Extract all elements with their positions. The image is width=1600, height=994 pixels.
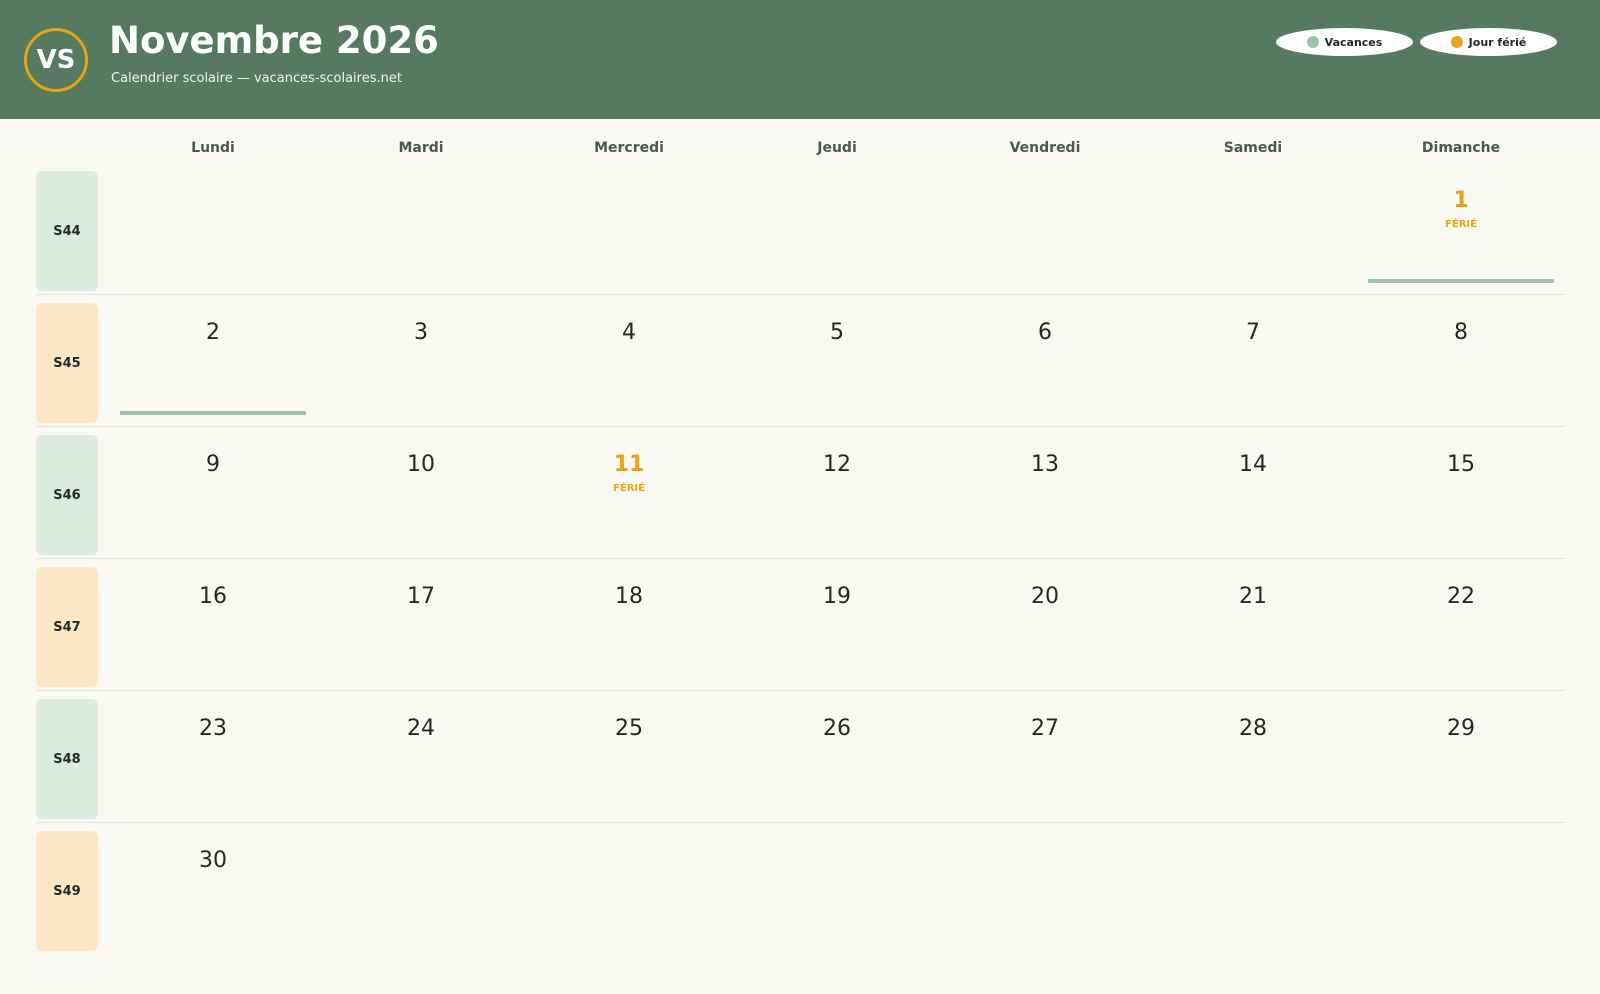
day-number: 23 (199, 716, 227, 741)
day-cell[interactable]: 12 (733, 450, 941, 480)
day-number: 9 (206, 452, 220, 477)
day-number: 10 (407, 452, 435, 477)
legend-label: Vacances (1324, 35, 1383, 49)
day-number: 22 (1447, 584, 1475, 609)
day-number: 28 (1239, 716, 1267, 741)
week-number-badge: S46 (36, 435, 98, 555)
day-number: 3 (414, 320, 428, 345)
day-number: 21 (1239, 584, 1267, 609)
holiday-tag: FÉRIÉ (1445, 219, 1477, 230)
day-number: 18 (615, 584, 643, 609)
day-cell[interactable]: 21 (1149, 582, 1357, 612)
day-cell[interactable]: 27 (941, 714, 1149, 744)
row-divider (36, 558, 1565, 559)
week-number-badge: S47 (36, 567, 98, 687)
day-cell[interactable]: 7 (1149, 318, 1357, 348)
day-cell[interactable]: 5 (733, 318, 941, 348)
day-number: 14 (1239, 452, 1267, 477)
day-number: 6 (1038, 320, 1052, 345)
row-divider (36, 822, 1565, 823)
row-divider (36, 426, 1565, 427)
day-number: 17 (407, 584, 435, 609)
vacation-dot-icon (1306, 36, 1319, 48)
weekday-label: Mardi (398, 140, 444, 156)
weekday-label: Samedi (1223, 140, 1283, 156)
day-cell[interactable]: 19 (733, 582, 941, 612)
day-cell[interactable]: 30 (109, 846, 317, 876)
day-number: 1 (1453, 188, 1469, 213)
day-number: 15 (1447, 452, 1475, 477)
day-cell[interactable]: 29 (1357, 714, 1565, 744)
holiday-tag: FÉRIÉ (613, 483, 645, 494)
day-cell[interactable]: 24 (317, 714, 525, 744)
page-subtitle: Calendrier scolaire — vacances-scolaires… (111, 71, 402, 86)
holiday-dot-icon (1450, 36, 1463, 48)
legend-jour-ferie: Jour férié (1420, 28, 1557, 56)
day-number: 30 (199, 848, 227, 873)
day-cell[interactable]: 3 (317, 318, 525, 348)
day-number: 24 (407, 716, 435, 741)
legend-label: Jour férié (1468, 35, 1527, 49)
day-number: 11 (613, 452, 645, 477)
day-number: 4 (622, 320, 636, 345)
day-cell[interactable]: 15 (1357, 450, 1565, 480)
day-number: 20 (1031, 584, 1059, 609)
vacation-bar (120, 411, 306, 415)
day-cell[interactable]: 8 (1357, 318, 1565, 348)
day-cell[interactable]: 22 (1357, 582, 1565, 612)
day-cell[interactable]: 1 FÉRIÉ (1357, 186, 1565, 232)
page-title: Novembre 2026 (109, 19, 439, 62)
day-cell[interactable]: 11 FÉRIÉ (525, 450, 733, 496)
weekday-label: Dimanche (1421, 140, 1501, 156)
day-number: 2 (206, 320, 220, 345)
day-cell[interactable]: 18 (525, 582, 733, 612)
day-number: 12 (823, 452, 851, 477)
row-divider (36, 294, 1565, 295)
day-cell[interactable]: 25 (525, 714, 733, 744)
day-number: 13 (1031, 452, 1059, 477)
day-number: 8 (1454, 320, 1468, 345)
day-cell[interactable]: 10 (317, 450, 525, 480)
weekday-label: Mercredi (594, 140, 664, 156)
day-cell[interactable]: 20 (941, 582, 1149, 612)
day-cell[interactable]: 14 (1149, 450, 1357, 480)
legend-vacances: Vacances (1276, 28, 1413, 56)
day-cell[interactable]: 2 (109, 318, 317, 348)
weekday-label: Vendredi (1009, 140, 1081, 156)
week-number-badge: S44 (36, 171, 98, 291)
day-number: 19 (823, 584, 851, 609)
day-number: 25 (615, 716, 643, 741)
day-cell[interactable]: 17 (317, 582, 525, 612)
weekday-label: Jeudi (817, 140, 857, 156)
calendar-header: VS Novembre 2026 Calendrier scolaire — v… (0, 0, 1600, 119)
week-number-badge: S45 (36, 303, 98, 423)
day-number: 29 (1447, 716, 1475, 741)
day-cell[interactable]: 9 (109, 450, 317, 480)
day-number: 26 (823, 716, 851, 741)
day-cell[interactable]: 28 (1149, 714, 1357, 744)
day-cell[interactable]: 13 (941, 450, 1149, 480)
week-number-badge: S48 (36, 699, 98, 819)
row-divider (36, 690, 1565, 691)
day-cell[interactable]: 4 (525, 318, 733, 348)
day-cell[interactable]: 26 (733, 714, 941, 744)
logo: VS (24, 28, 88, 92)
day-number: 5 (830, 320, 844, 345)
day-number: 16 (199, 584, 227, 609)
weekday-label: Lundi (191, 140, 235, 156)
vacation-bar (1368, 279, 1554, 283)
day-number: 7 (1246, 320, 1260, 345)
day-number: 27 (1031, 716, 1059, 741)
day-cell[interactable]: 16 (109, 582, 317, 612)
week-number-badge: S49 (36, 831, 98, 951)
day-cell[interactable]: 23 (109, 714, 317, 744)
day-cell[interactable]: 6 (941, 318, 1149, 348)
